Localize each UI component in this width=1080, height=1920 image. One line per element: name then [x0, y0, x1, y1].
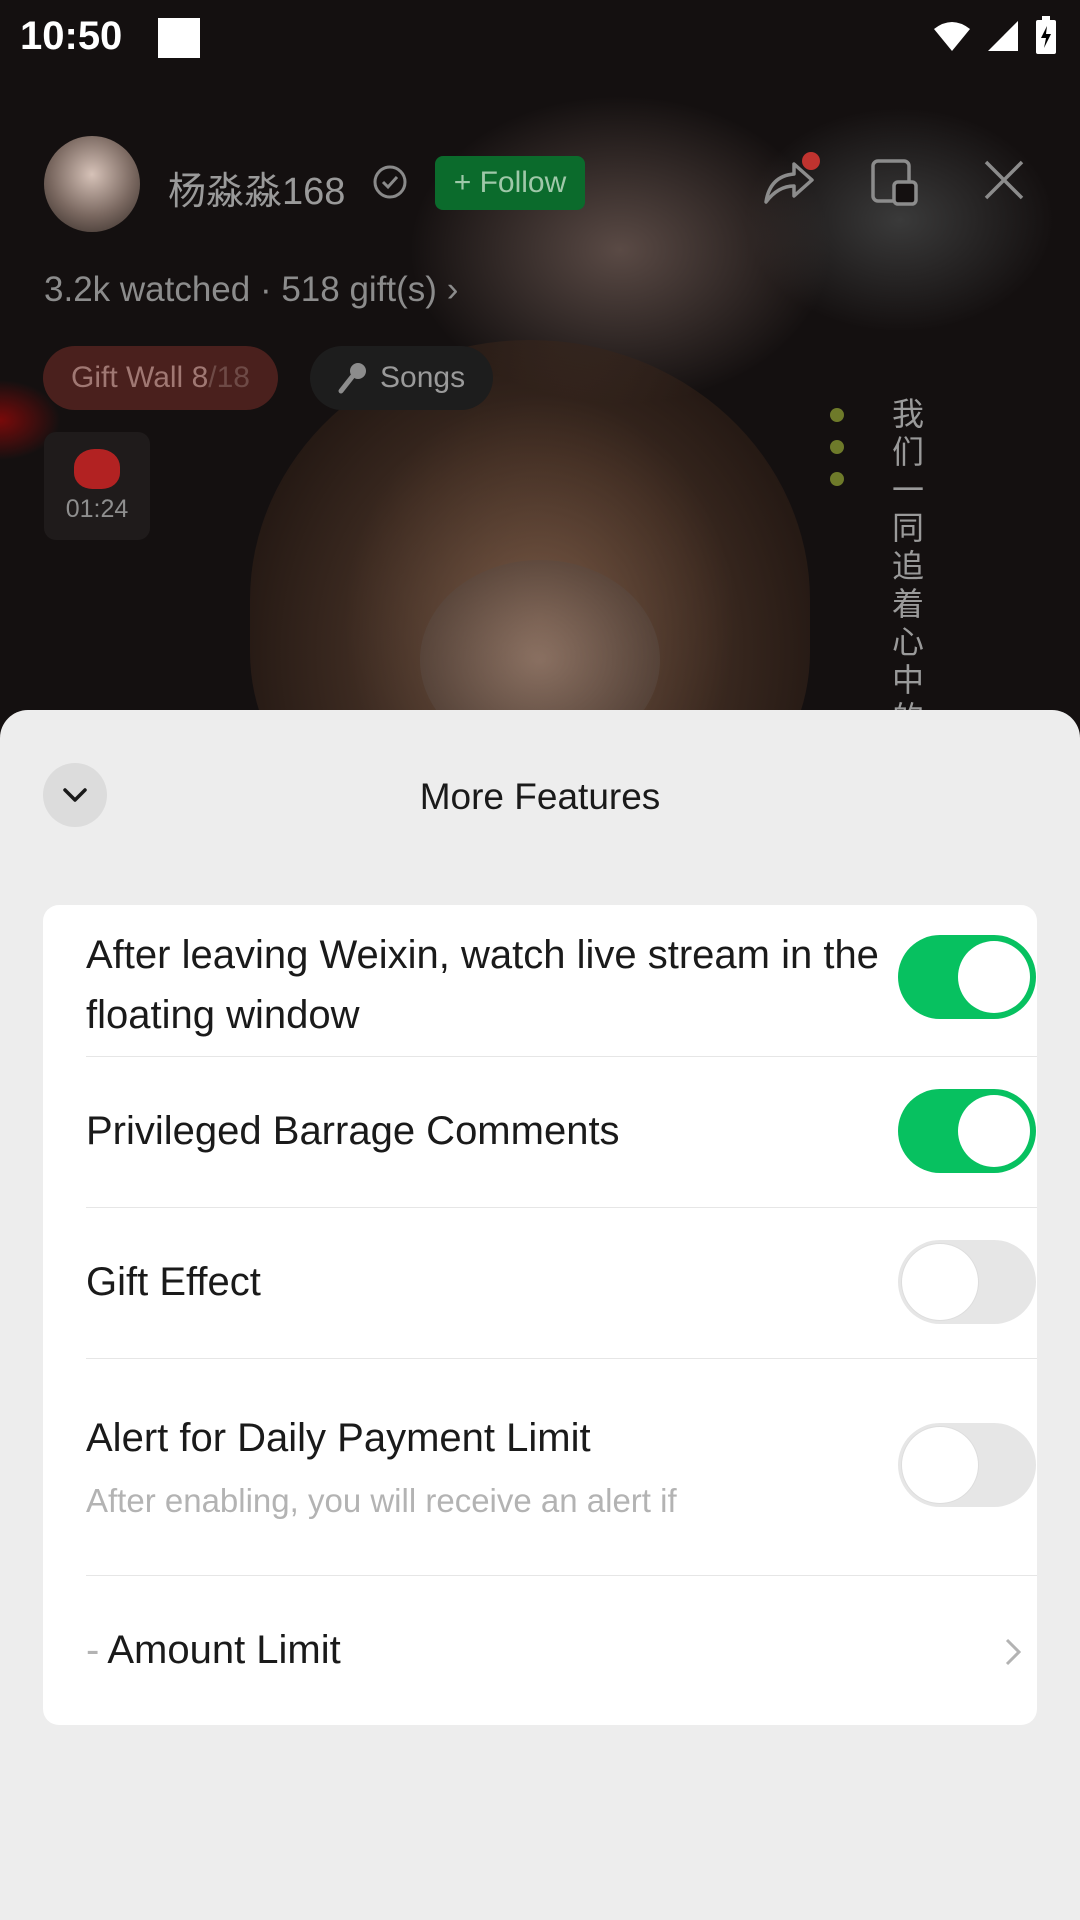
amount-limit-label: - Amount Limit	[86, 1628, 341, 1672]
payment-alert-sub: After enabling, you will receive an aler…	[86, 1482, 677, 1519]
gift-wall-total: /18	[208, 361, 250, 394]
row-payment-alert: Alert for Daily Payment Limit After enab…	[86, 1358, 1037, 1576]
watch-stats[interactable]: 3.2k watched · 518 gift(s) ›	[44, 270, 458, 310]
gift-effect-label: Gift Effect	[86, 1260, 261, 1304]
payment-alert-label: Alert for Daily Payment Limit	[86, 1416, 591, 1460]
gift-wall-chip[interactable]: Gift Wall 8 /18	[43, 346, 278, 410]
songs-chip[interactable]: Songs	[310, 346, 494, 410]
floating-window-toggle[interactable]	[898, 935, 1036, 1019]
gift-effect-toggle[interactable]	[898, 1240, 1036, 1324]
share-notification-dot	[802, 152, 820, 170]
live-top-bar: 杨淼淼168 + Follow	[0, 130, 1080, 240]
row-floating-window: After leaving Weixin, watch live stream …	[86, 905, 1037, 1057]
battery-icon	[1036, 16, 1056, 54]
microphone-icon	[338, 363, 366, 394]
sheet-title: More Features	[419, 776, 661, 817]
privileged-barrage-toggle[interactable]	[898, 1089, 1036, 1173]
privileged-barrage-label: Privileged Barrage Comments	[86, 1109, 620, 1153]
chevron-right-icon: ›	[446, 270, 459, 309]
row-privileged-barrage: Privileged Barrage Comments	[86, 1056, 1037, 1208]
floating-window-label: After leaving Weixin, watch live stream …	[86, 933, 879, 1037]
payment-alert-toggle[interactable]	[898, 1423, 1036, 1507]
watch-stats-text: 3.2k watched · 518 gift(s)	[44, 270, 437, 309]
row-amount-limit[interactable]: - Amount Limit	[86, 1575, 1037, 1725]
gift-wall-label: Gift Wall	[71, 361, 184, 394]
wifi-icon	[934, 22, 970, 51]
status-bar: 10:50	[0, 0, 1080, 80]
gift-wall-count: 8	[191, 361, 209, 394]
follow-button[interactable]: + Follow	[435, 156, 585, 210]
red-packet-timer: 01:24	[65, 494, 129, 523]
anchor-name[interactable]: 杨淼淼168	[168, 160, 345, 215]
signal-icon	[988, 21, 1018, 51]
vertical-caption: 我们一同追着心中的	[892, 396, 925, 736]
more-features-sheet: More Features After leaving Weixin, watc…	[0, 710, 1080, 1920]
anchor-avatar[interactable]	[44, 136, 140, 232]
status-time: 10:50	[20, 14, 123, 58]
close-icon[interactable]	[982, 158, 1026, 202]
chevron-right-icon	[1005, 1638, 1022, 1666]
features-card: After leaving Weixin, watch live stream …	[43, 905, 1037, 1725]
amount-limit-prefix: -	[86, 1628, 100, 1672]
more-dots-icon[interactable]	[830, 408, 844, 486]
red-packet-icon	[74, 448, 120, 489]
row-gift-effect: Gift Effect	[86, 1207, 1037, 1359]
system-icons	[932, 16, 1058, 56]
songs-label: Songs	[380, 361, 466, 394]
float-window-icon[interactable]	[870, 158, 920, 208]
red-packet[interactable]: 01:24	[44, 432, 150, 540]
notification-icon	[158, 18, 200, 58]
verified-icon	[373, 165, 407, 199]
